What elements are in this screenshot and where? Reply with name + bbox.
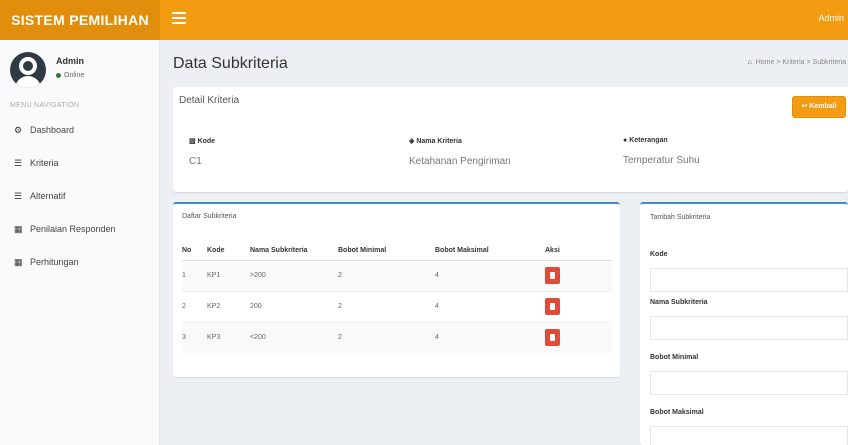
cell-bobot-maks: 4: [435, 290, 545, 322]
sidebar-item-kriteria[interactable]: ☰ Kriteria: [0, 153, 160, 186]
nama-subkriteria-input[interactable]: [650, 316, 848, 340]
breadcrumb: ⌂ Home > Kriteria > Subkriteria: [747, 59, 847, 66]
nama-subkriteria-label: Nama Subkriteria: [650, 299, 708, 306]
col-aksi: Aksi: [545, 242, 612, 261]
cell-no: 1: [182, 259, 207, 291]
detail-kriteria-box: Detail Kriteria ↩ Kembali ▧ Kode C1 ◈ Na…: [173, 87, 848, 192]
bobot-maks-label: Bobot Maksimal: [650, 409, 704, 416]
delete-button[interactable]: [545, 298, 560, 315]
bobot-maks-form-group: Bobot Maksimal: [650, 409, 848, 445]
comment-icon: ●: [623, 137, 628, 144]
bobot-min-form-group: Bobot Minimal: [650, 354, 848, 395]
cell-aksi: [545, 290, 612, 322]
cell-kode: KP1: [207, 259, 250, 291]
subkriteria-table: No Kode Nama Subkriteria Bobot Minimal B…: [182, 242, 612, 353]
nama-kriteria-field: ◈ Nama Kriteria Ketahanan Pengiriman: [409, 138, 511, 167]
col-nama: Nama Subkriteria: [250, 242, 338, 261]
bobot-min-input[interactable]: [650, 371, 848, 395]
cell-no: 2: [182, 290, 207, 322]
nama-kriteria-value: Ketahanan Pengiriman: [409, 156, 511, 167]
avatar: [10, 52, 46, 88]
home-icon: ⌂: [747, 59, 752, 66]
nama-form-group: Nama Subkriteria: [650, 299, 848, 340]
tag-icon: ◈: [409, 138, 415, 145]
sidebar: Admin Online MENU NAVIGATION ⚙ Dashboard …: [0, 40, 160, 445]
breadcrumb-home[interactable]: Home: [756, 59, 775, 66]
kode-form-group: Kode: [650, 251, 848, 292]
detail-box-title: Detail Kriteria: [179, 95, 240, 106]
user-status: Online: [56, 72, 84, 79]
table-row: 3 KP3 <200 2 4: [182, 321, 612, 353]
breadcrumb-subkriteria: Subkriteria: [812, 59, 846, 66]
cell-nama: <200: [250, 321, 338, 353]
cell-bobot-min: 2: [338, 290, 435, 322]
user-panel: Admin Online: [10, 50, 155, 94]
breadcrumb-kriteria[interactable]: Kriteria: [782, 59, 804, 66]
table-row: 2 KP2 200 2 4: [182, 290, 612, 322]
online-dot-icon: [56, 72, 61, 78]
cell-bobot-maks: 4: [435, 321, 545, 353]
keterangan-value: Temperatur Suhu: [623, 155, 700, 166]
table-icon: ▦: [14, 224, 23, 234]
dashboard-icon: ⚙: [14, 125, 23, 135]
cell-bobot-min: 2: [338, 321, 435, 353]
bobot-min-label: Bobot Minimal: [650, 354, 699, 361]
back-icon: ↩: [801, 103, 808, 110]
col-kode: Kode: [207, 242, 250, 261]
menu-toggle-icon[interactable]: [172, 12, 186, 26]
delete-button[interactable]: [545, 267, 560, 284]
user-name: Admin: [56, 56, 84, 66]
bobot-maks-input[interactable]: [650, 426, 848, 445]
cell-aksi: [545, 321, 612, 353]
cell-no: 3: [182, 321, 207, 353]
sidebar-item-perhitungan[interactable]: ▦ Perhitungan: [0, 252, 160, 285]
cell-bobot-min: 2: [338, 259, 435, 291]
nav-header: MENU NAVIGATION: [10, 102, 80, 109]
cell-nama: 200: [250, 290, 338, 322]
cell-aksi: [545, 259, 612, 291]
col-no: No: [182, 242, 207, 261]
sidebar-item-penilaian[interactable]: ▦ Penilaian Responden: [0, 219, 160, 252]
table-row: 1 KP1 >200 2 4: [182, 259, 612, 291]
top-navbar: SISTEM PEMILIHAN Admin: [0, 0, 848, 40]
col-bobot-min: Bobot Minimal: [338, 242, 435, 261]
main-content: Data Subkriteria ⌂ Home > Kriteria > Sub…: [160, 40, 848, 445]
barcode-icon: ▧: [189, 138, 196, 145]
keterangan-field: ● Keterangan Temperatur Suhu: [623, 137, 700, 166]
cell-bobot-maks: 4: [435, 259, 545, 291]
cell-nama: >200: [250, 259, 338, 291]
tambah-subkriteria-box: Tambah Subkriteria Kode Nama Subkriteria…: [640, 202, 848, 445]
kode-field: ▧ Kode C1: [189, 138, 216, 167]
sidebar-item-dashboard[interactable]: ⚙ Dashboard: [0, 120, 160, 153]
back-button[interactable]: ↩ Kembali: [792, 96, 846, 118]
sidebar-item-alternatif[interactable]: ☰ Alternatif: [0, 186, 160, 219]
cell-kode: KP3: [207, 321, 250, 353]
app-brand[interactable]: SISTEM PEMILIHAN: [0, 0, 160, 40]
calculator-icon: ▦: [14, 257, 23, 267]
list-alt-icon: ☰: [14, 191, 23, 201]
list-box-title: Daftar Subkriteria: [182, 213, 237, 220]
form-box-title: Tambah Subkriteria: [650, 214, 711, 221]
kode-value: C1: [189, 156, 202, 167]
cell-kode: KP2: [207, 290, 250, 322]
delete-button[interactable]: [545, 329, 560, 347]
list-icon: ☰: [14, 158, 23, 168]
col-bobot-maks: Bobot Maksimal: [435, 242, 545, 261]
kode-input[interactable]: [650, 268, 848, 292]
subkriteria-list-box: Daftar Subkriteria No Kode Nama Subkrite…: [173, 202, 620, 377]
top-user-menu[interactable]: Admin: [818, 13, 844, 23]
kode-label: Kode: [650, 251, 668, 258]
page-title: Data Subkriteria: [173, 55, 288, 72]
sidebar-nav: ⚙ Dashboard ☰ Kriteria ☰ Alternatif ▦ Penila…: [0, 120, 160, 285]
